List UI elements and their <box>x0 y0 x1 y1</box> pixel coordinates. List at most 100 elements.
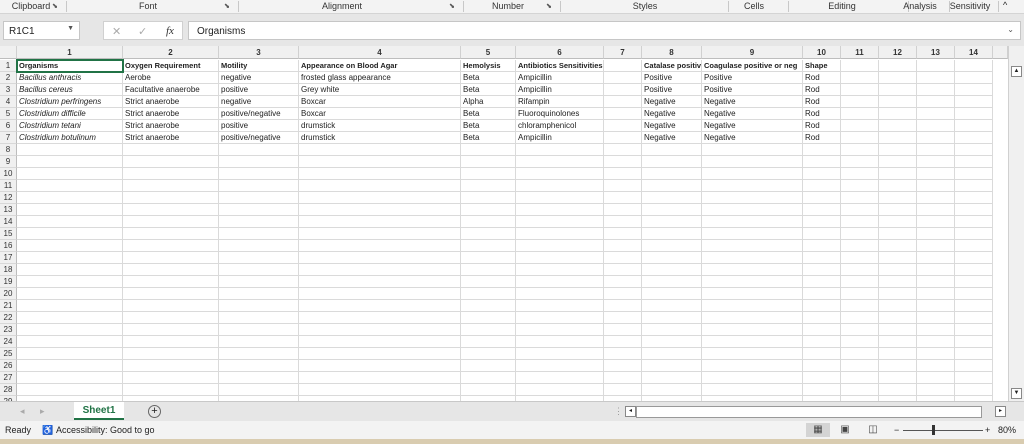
cell-r27c13[interactable] <box>917 372 955 384</box>
cell-r3c3[interactable]: positive <box>219 84 299 96</box>
scroll-up-icon[interactable]: ▲ <box>1011 66 1022 77</box>
cell-r7c6[interactable]: Ampicillin <box>516 132 604 144</box>
row-header-22[interactable]: 22 <box>0 312 17 324</box>
cell-r15c8[interactable] <box>642 228 702 240</box>
enter-icon[interactable]: ✓ <box>138 25 147 38</box>
cell-r2c11[interactable] <box>841 72 879 84</box>
cell-r18c2[interactable] <box>123 264 219 276</box>
cell-r10c11[interactable] <box>841 168 879 180</box>
cell-r12c4[interactable] <box>299 192 461 204</box>
cell-r28c10[interactable] <box>803 384 841 396</box>
cell-r18c5[interactable] <box>461 264 516 276</box>
zoom-slider[interactable] <box>903 430 983 431</box>
cell-r12c1[interactable] <box>17 192 123 204</box>
cell-r10c5[interactable] <box>461 168 516 180</box>
cell-r24c6[interactable] <box>516 336 604 348</box>
cell-r5c3[interactable]: positive/negative <box>219 108 299 120</box>
cell-r8c1[interactable] <box>17 144 123 156</box>
cell-r26c12[interactable] <box>879 360 917 372</box>
cell-r9c2[interactable] <box>123 156 219 168</box>
cell-r22c2[interactable] <box>123 312 219 324</box>
cell-r12c7[interactable] <box>604 192 642 204</box>
zoom-slider-thumb[interactable] <box>932 425 935 435</box>
cell-r16c5[interactable] <box>461 240 516 252</box>
cell-r17c8[interactable] <box>642 252 702 264</box>
splitter-handle[interactable]: ⋮ <box>614 406 623 417</box>
cell-r13c1[interactable] <box>17 204 123 216</box>
cell-r26c2[interactable] <box>123 360 219 372</box>
cell-r8c8[interactable] <box>642 144 702 156</box>
cell-r28c1[interactable] <box>17 384 123 396</box>
cell-r15c9[interactable] <box>702 228 803 240</box>
cell-r21c13[interactable] <box>917 300 955 312</box>
cell-r7c13[interactable] <box>917 132 955 144</box>
cell-r13c2[interactable] <box>123 204 219 216</box>
cell-r21c1[interactable] <box>17 300 123 312</box>
cell-r19c13[interactable] <box>917 276 955 288</box>
page-break-view-icon[interactable]: ◫ <box>866 423 880 437</box>
scroll-down-icon[interactable]: ▼ <box>1011 388 1022 399</box>
cell-r15c10[interactable] <box>803 228 841 240</box>
cell-r17c2[interactable] <box>123 252 219 264</box>
cell-r17c4[interactable] <box>299 252 461 264</box>
cell-r11c4[interactable] <box>299 180 461 192</box>
cell-r13c3[interactable] <box>219 204 299 216</box>
cell-r9c11[interactable] <box>841 156 879 168</box>
cell-r11c11[interactable] <box>841 180 879 192</box>
cell-r12c11[interactable] <box>841 192 879 204</box>
cell-r26c1[interactable] <box>17 360 123 372</box>
cell-r27c3[interactable] <box>219 372 299 384</box>
select-all-corner[interactable] <box>0 46 17 59</box>
cell-r17c9[interactable] <box>702 252 803 264</box>
cell-r19c1[interactable] <box>17 276 123 288</box>
cell-r15c14[interactable] <box>955 228 993 240</box>
cell-r3c10[interactable]: Rod <box>803 84 841 96</box>
cell-r12c5[interactable] <box>461 192 516 204</box>
row-header-2[interactable]: 2 <box>0 72 17 84</box>
cell-r7c2[interactable]: Strict anaerobe <box>123 132 219 144</box>
cell-r12c12[interactable] <box>879 192 917 204</box>
cell-r19c2[interactable] <box>123 276 219 288</box>
cell-r10c1[interactable] <box>17 168 123 180</box>
cell-r24c3[interactable] <box>219 336 299 348</box>
cell-r5c4[interactable]: Boxcar <box>299 108 461 120</box>
cell-r9c1[interactable] <box>17 156 123 168</box>
cell-r11c2[interactable] <box>123 180 219 192</box>
cell-r25c8[interactable] <box>642 348 702 360</box>
cell-r22c14[interactable] <box>955 312 993 324</box>
formula-input[interactable]: Organisms ⌄ <box>188 21 1021 40</box>
cell-r24c10[interactable] <box>803 336 841 348</box>
cell-r26c6[interactable] <box>516 360 604 372</box>
column-header-9[interactable]: 9 <box>702 46 803 59</box>
cell-r28c5[interactable] <box>461 384 516 396</box>
cell-r11c8[interactable] <box>642 180 702 192</box>
cell-r9c6[interactable] <box>516 156 604 168</box>
cell-r23c11[interactable] <box>841 324 879 336</box>
column-header-5[interactable]: 5 <box>461 46 516 59</box>
add-sheet-button[interactable]: + <box>148 405 161 418</box>
row-header-5[interactable]: 5 <box>0 108 17 120</box>
cell-r18c3[interactable] <box>219 264 299 276</box>
prev-sheet-icon[interactable]: ◂ <box>20 406 25 417</box>
cell-r25c2[interactable] <box>123 348 219 360</box>
cell-r27c10[interactable] <box>803 372 841 384</box>
cell-r28c12[interactable] <box>879 384 917 396</box>
scroll-right-icon[interactable]: ▸ <box>995 406 1006 417</box>
zoom-in-button[interactable]: + <box>985 421 990 439</box>
cell-r25c11[interactable] <box>841 348 879 360</box>
cell-r9c14[interactable] <box>955 156 993 168</box>
cell-r1c7[interactable] <box>604 60 642 72</box>
cell-r17c7[interactable] <box>604 252 642 264</box>
cell-r23c1[interactable] <box>17 324 123 336</box>
cell-r8c12[interactable] <box>879 144 917 156</box>
cell-r13c13[interactable] <box>917 204 955 216</box>
cell-r8c6[interactable] <box>516 144 604 156</box>
chevron-down-icon[interactable]: ▼ <box>67 25 74 32</box>
cell-r16c12[interactable] <box>879 240 917 252</box>
cell-r18c11[interactable] <box>841 264 879 276</box>
cell-r13c11[interactable] <box>841 204 879 216</box>
cell-r24c5[interactable] <box>461 336 516 348</box>
cell-r20c7[interactable] <box>604 288 642 300</box>
cell-r13c8[interactable] <box>642 204 702 216</box>
row-header-4[interactable]: 4 <box>0 96 17 108</box>
